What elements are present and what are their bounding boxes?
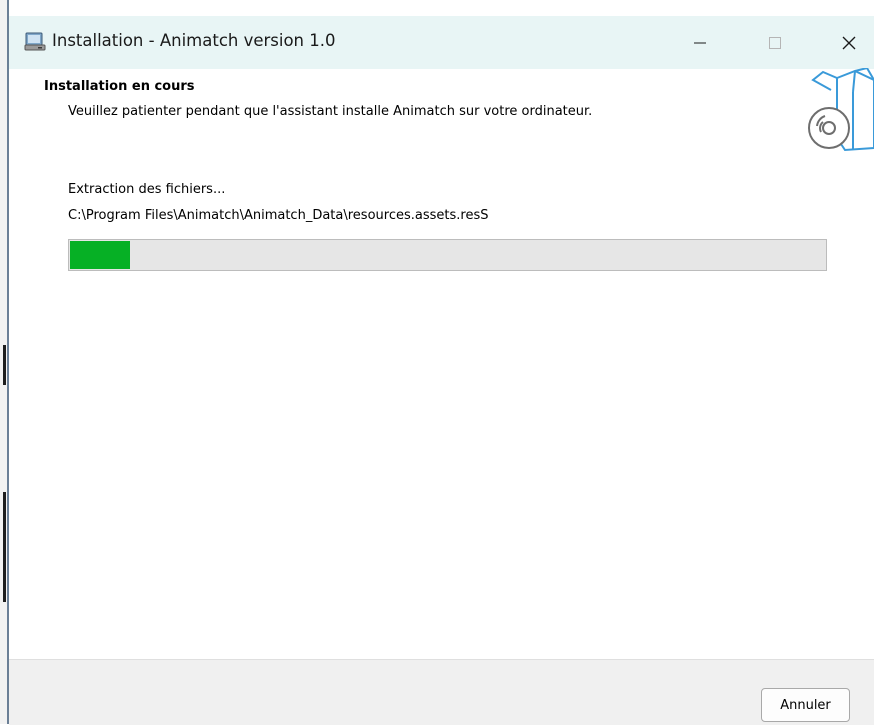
installer-window: Installation - Animatch version 1.0 Inst… [9, 6, 874, 725]
background-mark [3, 345, 6, 385]
software-box-cd-icon [808, 68, 874, 152]
background-mark [3, 492, 6, 602]
maximize-icon [769, 36, 781, 49]
page-subtitle: Veuillez patienter pendant que l'assista… [68, 104, 593, 119]
maximize-button[interactable] [746, 16, 804, 69]
minimize-button[interactable] [671, 16, 729, 69]
installer-app-icon [24, 32, 46, 51]
page-title: Installation en cours [44, 79, 195, 94]
close-icon [842, 36, 856, 49]
close-button[interactable] [820, 16, 874, 69]
title-bar[interactable]: Installation - Animatch version 1.0 [9, 16, 874, 69]
progress-bar [68, 239, 827, 271]
cancel-button[interactable]: Annuler [761, 688, 850, 722]
footer-bar: Annuler [9, 659, 874, 725]
minimize-icon [694, 42, 706, 43]
progress-status: Extraction des fichiers... [68, 182, 226, 197]
progress-bar-fill [70, 241, 130, 269]
window-title: Installation - Animatch version 1.0 [52, 31, 336, 50]
current-file-path: C:\Program Files\Animatch\Animatch_Data\… [68, 208, 489, 223]
